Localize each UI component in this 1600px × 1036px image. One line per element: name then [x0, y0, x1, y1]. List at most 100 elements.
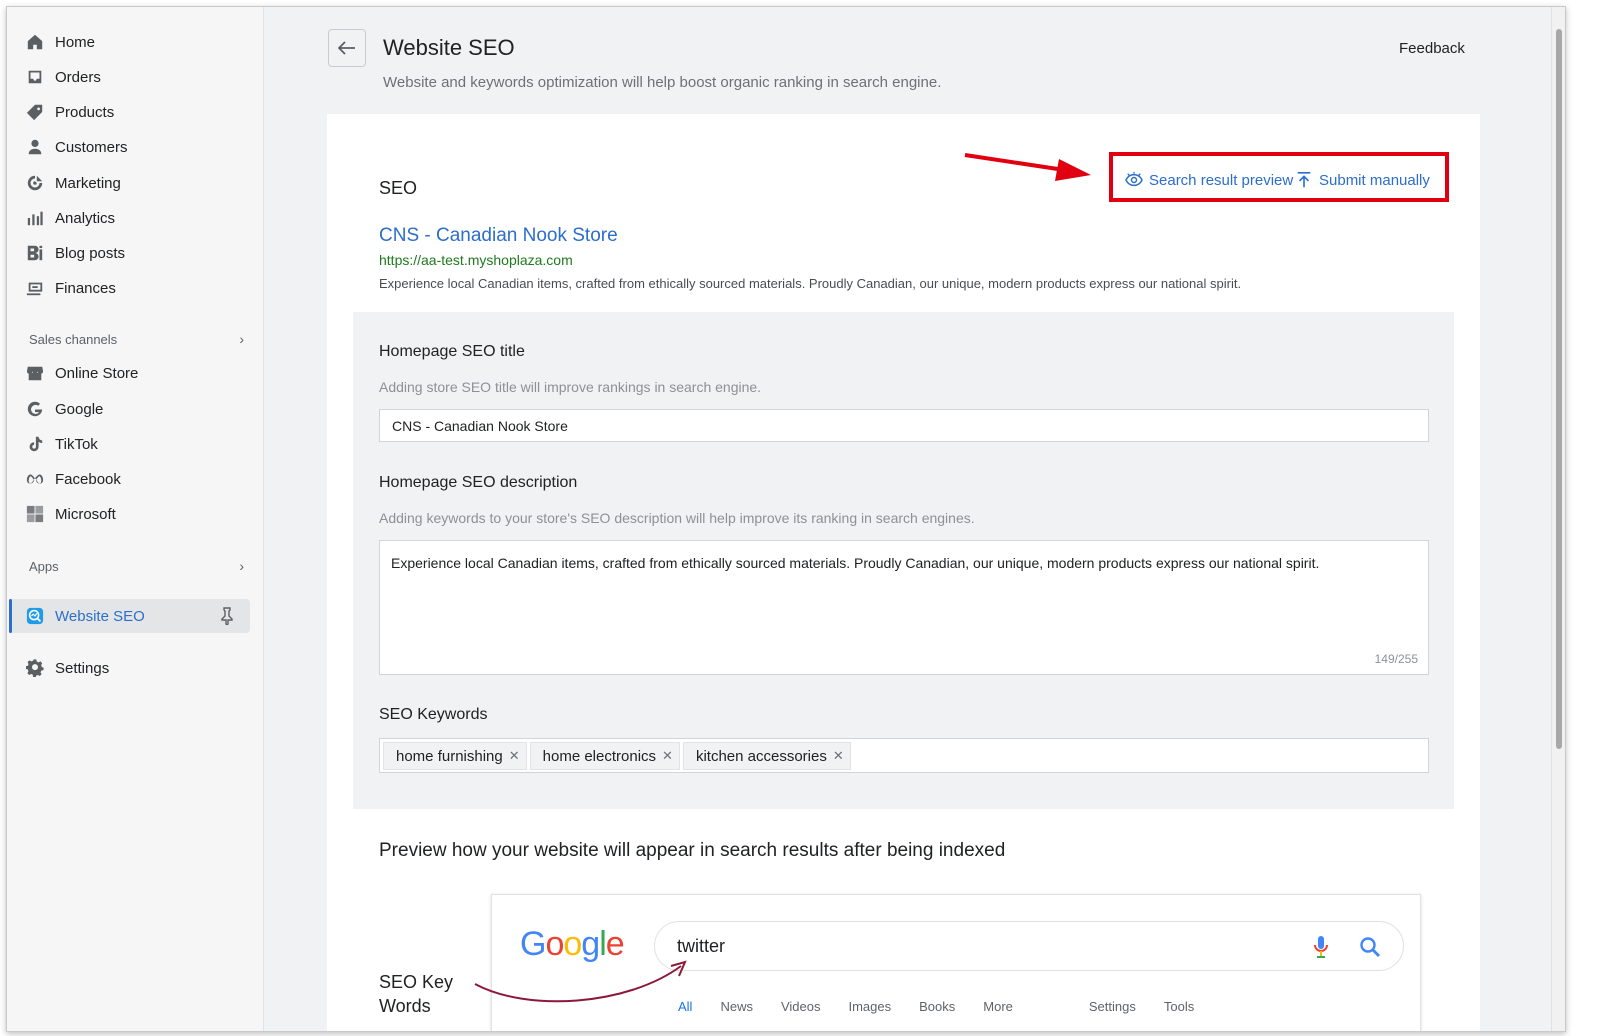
- sidebar-item-facebook[interactable]: Facebook: [25, 463, 121, 495]
- sidebar-item-blog-posts[interactable]: Blog posts: [25, 237, 125, 269]
- sidebar-item-label: Settings: [55, 659, 110, 677]
- search-result-preview-label: Search result preview: [1149, 171, 1294, 189]
- page-subtitle: Website and keywords optimization will h…: [383, 74, 942, 91]
- feedback-button[interactable]: Feedback: [1399, 40, 1465, 57]
- google-tab: Settings: [1088, 999, 1136, 1014]
- curved-arrow-annotation: [474, 960, 687, 1003]
- sidebar-item-marketing[interactable]: Marketing: [25, 167, 121, 199]
- seo-form-panel: Homepage SEO title Adding store SEO titl…: [353, 312, 1454, 809]
- preview-heading: Preview how your website will appear in …: [379, 840, 1006, 861]
- apps-label: Apps: [29, 558, 59, 574]
- google-tab: Videos: [780, 999, 821, 1014]
- apps-heading[interactable]: Apps ›: [29, 558, 244, 574]
- back-button[interactable]: [328, 29, 366, 67]
- keyword-tag: kitchen accessories ✕: [682, 742, 851, 770]
- close-icon[interactable]: ✕: [662, 748, 673, 764]
- scrollbar[interactable]: [1551, 7, 1565, 1031]
- seo-title-hint: Adding store SEO title will improve rank…: [379, 379, 762, 395]
- seo-description-textarea[interactable]: Experience local Canadian items, crafted…: [379, 540, 1429, 675]
- page-title: Website SEO: [383, 35, 515, 60]
- search-result-preview-button[interactable]: Search result preview: [1125, 171, 1293, 189]
- eye-icon: [1125, 171, 1143, 187]
- sidebar-item-label: Products: [55, 103, 115, 121]
- sidebar-item-analytics[interactable]: Analytics: [25, 202, 115, 234]
- sidebar-item-settings[interactable]: Settings: [25, 652, 109, 684]
- google-tabs: All News Videos Images Books More Settin…: [678, 999, 1194, 1014]
- tag-icon: [25, 102, 45, 122]
- scrollbar-thumb[interactable]: [1556, 29, 1562, 749]
- seo-description-hint: Adding keywords to your store's SEO desc…: [379, 510, 975, 526]
- sidebar-item-label: Facebook: [55, 470, 121, 488]
- seo-title-input[interactable]: CNS - Canadian Nook Store: [379, 409, 1429, 442]
- sidebar-item-label: Blog posts: [55, 244, 126, 262]
- sidebar-item-website-seo[interactable]: Website SEO: [25, 600, 145, 632]
- seo-section-label: SEO: [379, 178, 418, 198]
- sidebar-item-label: Website SEO: [55, 607, 145, 625]
- sidebar-item-label: Google: [55, 400, 104, 418]
- google-search-bar: twitter: [654, 921, 1404, 971]
- sidebar-item-label: Microsoft: [55, 505, 116, 523]
- sidebar-item-orders[interactable]: Orders: [25, 61, 101, 93]
- bar-chart-icon: [25, 208, 45, 228]
- sidebar-item-customers[interactable]: Customers: [25, 131, 128, 163]
- keyword-tag-label: kitchen accessories: [695, 747, 827, 765]
- sidebar-item-label: Home: [55, 33, 96, 51]
- sidebar-item-label: TikTok: [55, 435, 98, 453]
- google-tab: News: [720, 999, 753, 1014]
- sidebar-item-products[interactable]: Products: [25, 96, 114, 128]
- active-indicator: [9, 599, 12, 633]
- sidebar-item-home[interactable]: Home: [25, 26, 95, 58]
- sidebar-item-label: Online Store: [55, 364, 139, 382]
- search-icon: [1360, 937, 1380, 957]
- sidebar-item-label: Customers: [55, 138, 128, 156]
- snippet-description: Experience local Canadian items, crafted…: [379, 276, 1242, 291]
- sidebar-item-finances[interactable]: Finances: [25, 272, 116, 304]
- sidebar-item-label: Finances: [55, 279, 116, 297]
- meta-icon: [25, 469, 45, 489]
- sidebar-item-google[interactable]: Google: [25, 393, 103, 425]
- sales-channels-heading[interactable]: Sales channels ›: [29, 331, 244, 347]
- sidebar: Home Orders Products Customers Marketing…: [7, 7, 264, 1031]
- sidebar-item-microsoft[interactable]: Microsoft: [25, 498, 116, 530]
- snippet-url: https://aa-test.myshoplaza.com: [379, 252, 573, 268]
- keyword-tag-label: home furnishing: [396, 747, 503, 765]
- seo-keywords-input[interactable]: home furnishing ✕ home electronics ✕ kitchen…: [379, 738, 1429, 773]
- annotation-line: Words: [379, 996, 431, 1016]
- app-window: Home Orders Products Customers Marketing…: [6, 6, 1566, 1032]
- chevron-right-icon: ›: [239, 558, 244, 574]
- gear-icon: [25, 658, 45, 678]
- close-icon[interactable]: ✕: [509, 748, 520, 764]
- blog-icon: [25, 243, 45, 263]
- submit-manually-button[interactable]: Submit manually: [1295, 171, 1430, 189]
- keyword-tag: home furnishing ✕: [383, 742, 527, 770]
- sidebar-item-online-store[interactable]: Online Store: [25, 357, 138, 389]
- target-icon: [25, 173, 45, 193]
- character-counter: 149/255: [1374, 652, 1418, 666]
- home-icon: [25, 32, 45, 52]
- seo-keywords-label: SEO Keywords: [379, 706, 488, 723]
- submit-manually-label: Submit manually: [1319, 171, 1430, 189]
- keyword-tag: home electronics ✕: [529, 742, 680, 770]
- google-tab: Books: [919, 999, 956, 1014]
- orders-icon: [25, 67, 45, 87]
- sidebar-item-label: Orders: [55, 68, 101, 86]
- close-icon[interactable]: ✕: [833, 748, 844, 764]
- sales-channels-label: Sales channels: [29, 331, 118, 347]
- upload-icon: [1297, 171, 1311, 188]
- pin-icon[interactable]: [219, 607, 235, 630]
- store-icon: [25, 363, 45, 383]
- tiktok-icon: [25, 434, 45, 454]
- google-tab: Tools: [1163, 999, 1195, 1014]
- arrow-left-icon: [338, 41, 355, 55]
- finance-icon: [25, 278, 45, 298]
- person-icon: [25, 137, 45, 157]
- snippet-title[interactable]: CNS - Canadian Nook Store: [379, 225, 618, 247]
- sidebar-item-tiktok[interactable]: TikTok: [25, 428, 98, 460]
- google-icon: [25, 399, 45, 419]
- red-arrow-annotation: [964, 153, 1091, 181]
- seo-title-label: Homepage SEO title: [379, 343, 525, 360]
- seo-key-words-annotation: SEO Key Words: [379, 970, 453, 1018]
- google-tab: Images: [848, 999, 892, 1014]
- main-content: Website SEO Website and keywords optimiz…: [265, 7, 1551, 1031]
- seo-card: SEO Search result preview Submit manuall…: [327, 114, 1480, 1031]
